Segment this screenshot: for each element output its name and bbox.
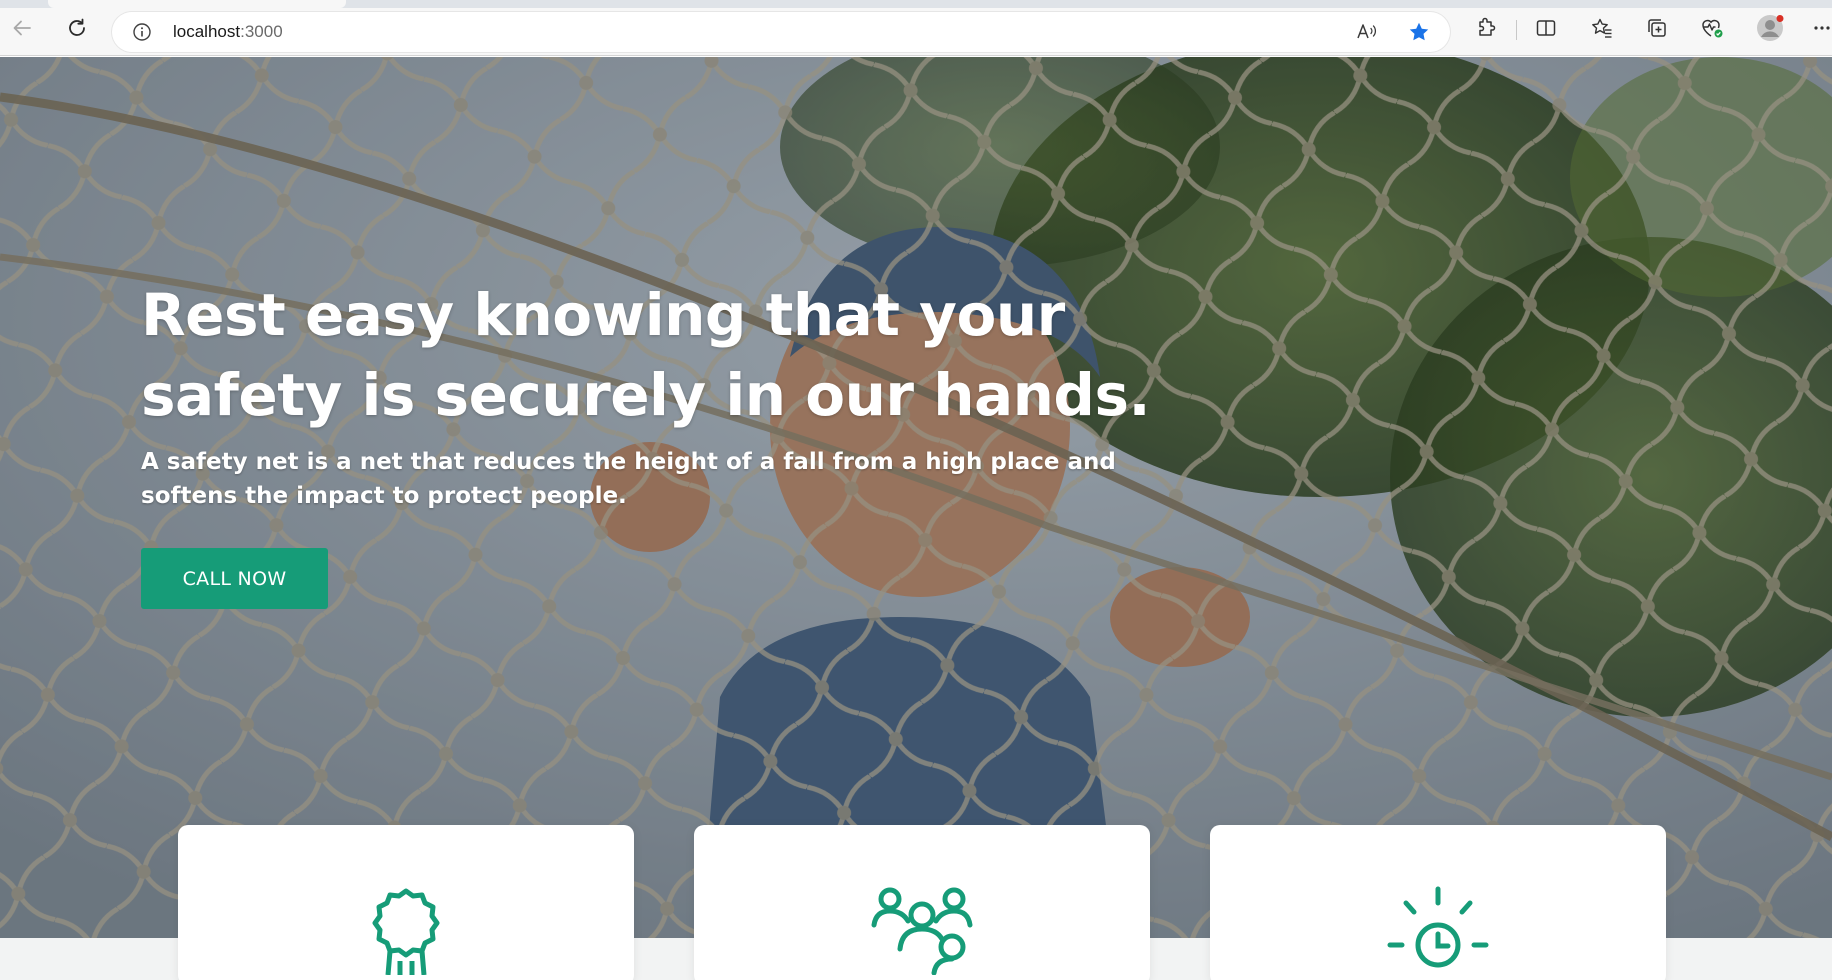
info-icon[interactable] [132,22,152,47]
browser-toolbar: localhost:3000 [0,0,1832,56]
star-filled-icon[interactable] [1407,20,1431,49]
page-viewport: Rest easy knowing that your safety is se… [0,57,1832,980]
url-port: :3000 [240,22,283,41]
read-aloud-icon[interactable] [1355,20,1379,49]
more-icon[interactable] [1808,14,1832,42]
avatar[interactable] [1756,14,1784,42]
back-arrow-icon[interactable] [8,14,36,42]
favorites-icon[interactable] [1588,14,1616,42]
address-bar[interactable]: localhost:3000 [112,12,1450,52]
feature-card-2 [694,825,1150,980]
split-screen-icon[interactable] [1532,14,1560,42]
hero-text: Rest easy knowing that your safety is se… [141,275,1241,513]
team-people-icon [870,885,974,980]
puzzle-icon[interactable] [1472,14,1500,42]
collections-icon[interactable] [1643,14,1671,42]
hero-subtitle: A safety net is a net that reduces the h… [141,449,1116,509]
active-tab-edge[interactable] [48,0,346,8]
toolbar-divider [1516,20,1517,40]
call-now-button[interactable]: CALL NOW [141,548,328,609]
url-text[interactable]: localhost:3000 [173,22,283,42]
clock-sun-icon [1386,885,1490,980]
hero-section: Rest easy knowing that your safety is se… [0,57,1832,938]
award-badge-icon [366,885,446,980]
url-host: localhost [173,22,241,41]
feature-card-1 [178,825,634,980]
feature-card-3 [1210,825,1666,980]
heart-pulse-icon[interactable] [1698,14,1726,42]
tab-strip [0,0,1832,8]
hero-title: Rest easy knowing that your safety is se… [141,281,1151,429]
reload-icon[interactable] [63,14,91,42]
